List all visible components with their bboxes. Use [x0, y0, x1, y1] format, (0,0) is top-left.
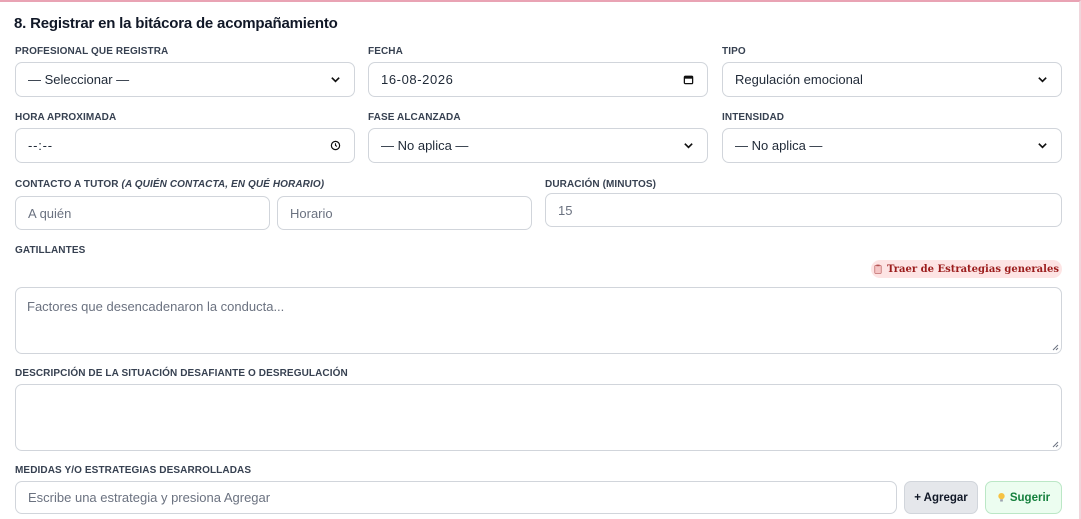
fecha-label: FECHA	[368, 46, 403, 57]
fecha-value: 16-08-2026	[381, 72, 454, 87]
tipo-select[interactable]: Regulación emocional	[722, 62, 1062, 97]
contacto-horario-input[interactable]: Horario	[277, 196, 532, 230]
fecha-input[interactable]: 16-08-2026	[368, 62, 708, 97]
sugerir-label: Sugerir	[1009, 491, 1051, 504]
traer-estrategias-label: Traer de Estrategias generales	[887, 263, 1059, 275]
duracion-value: 15	[558, 202, 573, 218]
fase-value: — No aplica —	[381, 138, 469, 153]
clipboard-icon	[874, 264, 882, 274]
hora-value: --:--	[28, 138, 53, 153]
chevron-down-icon	[328, 73, 342, 87]
hora-input[interactable]: --:--	[15, 128, 355, 163]
gatillantes-label: GATILLANTES	[15, 245, 86, 256]
medidas-label: MEDIDAS Y/O ESTRATEGIAS DESARROLLADAS	[15, 465, 252, 476]
resize-handle-icon[interactable]	[1051, 440, 1059, 448]
intensidad-label: INTENSIDAD	[722, 112, 785, 123]
agregar-button[interactable]: + Agregar	[904, 481, 978, 514]
contacto-horario-placeholder: Horario	[290, 205, 333, 221]
gatillantes-textarea[interactable]: Factores que desencadenaron la conducta.…	[15, 287, 1062, 354]
duracion-label: DURACIÓN (MINUTOS)	[545, 179, 657, 190]
calendar-icon[interactable]	[681, 73, 695, 87]
chevron-down-icon	[1035, 73, 1049, 87]
profesional-label: PROFESIONAL QUE REGISTRA	[15, 46, 169, 57]
intensidad-value: — No aplica —	[735, 138, 823, 153]
profesional-value: — Seleccionar —	[28, 72, 130, 87]
section-title: 8. Registrar en la bitácora de acompañam…	[14, 15, 338, 32]
medidas-input[interactable]: Escribe una estrategia y presiona Agrega…	[15, 481, 897, 514]
profesional-select[interactable]: — Seleccionar —	[15, 62, 355, 97]
chevron-down-icon	[681, 139, 695, 153]
hora-label: HORA APROXIMADA	[15, 112, 117, 123]
resize-handle-icon[interactable]	[1051, 343, 1059, 351]
contacto-quien-placeholder: A quién	[28, 205, 72, 221]
gatillantes-placeholder: Factores que desencadenaron la conducta.…	[27, 299, 285, 314]
fase-label: FASE ALCANZADA	[368, 112, 461, 123]
contacto-label-text: CONTACTO A TUTOR	[15, 179, 119, 190]
traer-estrategias-button[interactable]: Traer de Estrategias generales	[871, 260, 1062, 278]
tipo-label: TIPO	[722, 46, 746, 57]
clock-icon[interactable]	[328, 139, 342, 153]
contacto-label: CONTACTO A TUTOR (A QUIÉN CONTACTA, EN Q…	[15, 179, 324, 190]
chevron-down-icon	[1035, 139, 1049, 153]
contacto-quien-input[interactable]: A quién	[15, 196, 270, 230]
medidas-placeholder: Escribe una estrategia y presiona Agrega…	[28, 490, 271, 505]
bitacora-card: 8. Registrar en la bitácora de acompañam…	[0, 0, 1081, 519]
tipo-value: Regulación emocional	[735, 72, 863, 87]
fase-select[interactable]: — No aplica —	[368, 128, 708, 163]
lightbulb-icon	[997, 492, 1006, 503]
sugerir-button[interactable]: Sugerir	[985, 481, 1062, 514]
contacto-label-hint: (A QUIÉN CONTACTA, EN QUÉ HORARIO)	[121, 179, 325, 190]
descripcion-label: DESCRIPCIÓN DE LA SITUACIÓN DESAFIANTE O…	[15, 368, 348, 379]
intensidad-select[interactable]: — No aplica —	[722, 128, 1062, 163]
agregar-label: + Agregar	[914, 491, 968, 504]
duracion-input[interactable]: 15	[545, 193, 1062, 227]
descripcion-textarea[interactable]	[15, 384, 1062, 451]
